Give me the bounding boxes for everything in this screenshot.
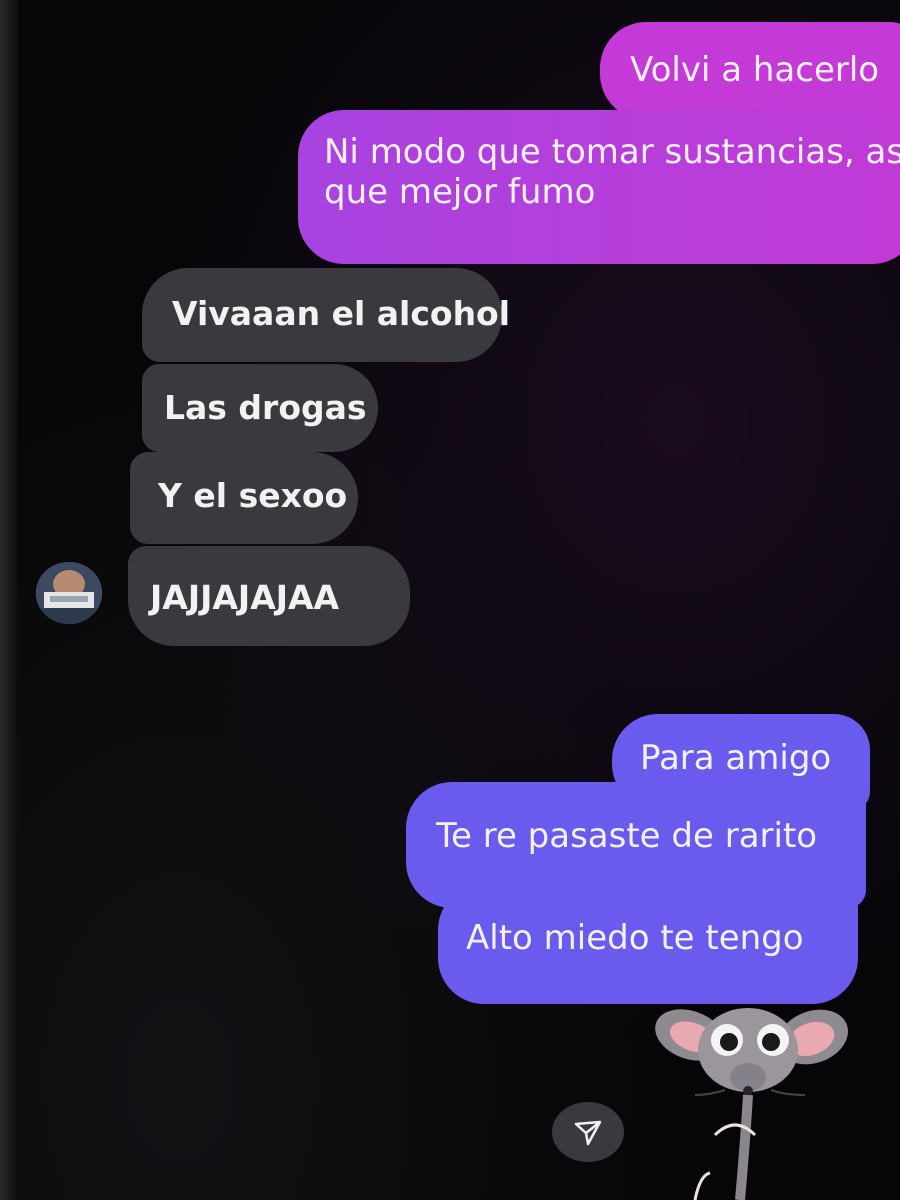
received-message-bubble[interactable]: JAJJAJAJAA xyxy=(128,546,410,646)
contact-avatar[interactable] xyxy=(36,562,102,624)
sent-message-bubble[interactable]: Alto miedo te tengo xyxy=(438,884,858,1004)
received-message-bubble[interactable]: Vivaaan el alcohol xyxy=(142,268,510,362)
sent-message-bubble[interactable]: Volvi a hacerlo xyxy=(600,22,900,120)
received-message-bubble[interactable]: Las drogas xyxy=(142,364,378,452)
send-icon xyxy=(574,1120,602,1146)
received-message-bubble[interactable]: Y el sexoo xyxy=(130,452,358,544)
chat-screen: Volvi a hacerlo Ni modo que tomar sustan… xyxy=(0,0,900,1200)
send-button[interactable] xyxy=(552,1102,624,1162)
avatar-image xyxy=(36,562,102,624)
phone-bezel xyxy=(0,0,18,1200)
sent-message-bubble[interactable]: Ni modo que tomar sustancias, así que me… xyxy=(298,110,900,264)
mouse-sticker-image xyxy=(655,1008,848,1200)
mouse-sticker[interactable] xyxy=(655,995,850,1200)
